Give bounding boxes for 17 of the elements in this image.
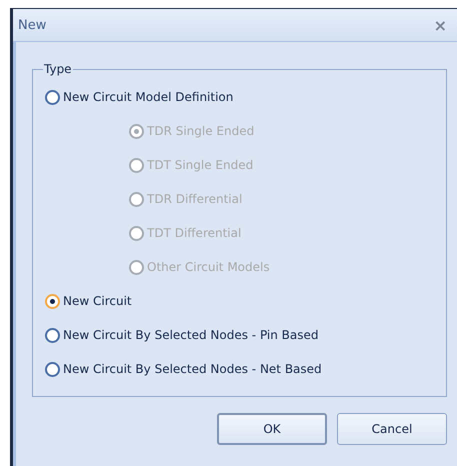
group-title: Type — [43, 62, 73, 76]
window-title: New — [18, 18, 46, 32]
option-label: New Circuit By Selected Nodes - Net Based — [63, 362, 322, 376]
radio-button[interactable] — [45, 294, 60, 308]
ok-button[interactable]: OK — [217, 413, 327, 445]
option-label: TDT Single Ended — [147, 158, 254, 172]
option-label: New Circuit By Selected Nodes - Pin Based — [63, 328, 319, 342]
option-label: New Circuit Model Definition — [63, 90, 234, 104]
option-label: Other Circuit Models — [147, 260, 270, 274]
radio-button[interactable] — [45, 362, 60, 376]
option-label: New Circuit — [63, 294, 132, 308]
option-label: TDR Single Ended — [147, 124, 254, 138]
cancel-button[interactable]: Cancel — [337, 413, 447, 445]
option-label: TDT Differential — [147, 226, 242, 240]
radio-button[interactable] — [45, 328, 60, 342]
option-label: TDR Differential — [147, 192, 242, 206]
radio-button[interactable] — [45, 90, 60, 104]
